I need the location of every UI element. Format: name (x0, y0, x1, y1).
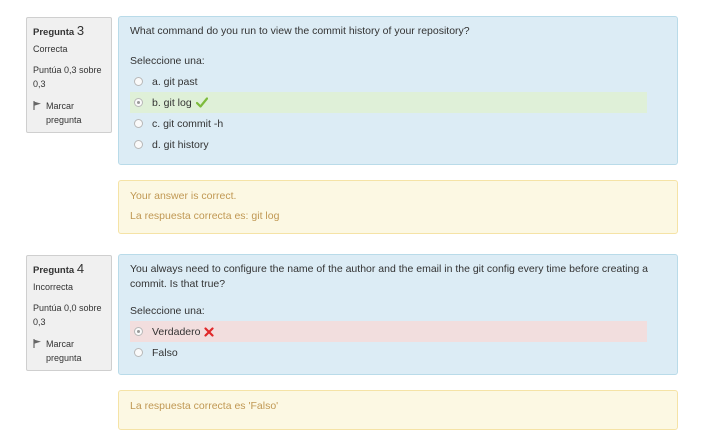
option-label: c. git commit -h (152, 117, 224, 130)
right-answer: La respuesta correcta es: git log (130, 210, 280, 222)
flag-question-label: Marcar pregunta (46, 101, 82, 125)
option-label: Verdadero (152, 325, 201, 338)
flag-question-link[interactable]: Marcar pregunta (33, 99, 111, 127)
question-feedback-3: Your answer is correct. La respuesta cor… (118, 180, 678, 234)
question-grade: Puntúa 0,3 sobre 0,3 (33, 65, 102, 89)
question-info-3: Pregunta 3 Correcta Puntúa 0,3 sobre 0,3… (26, 17, 112, 133)
flag-question-link[interactable]: Marcar pregunta (33, 337, 111, 365)
flag-icon (33, 339, 41, 348)
answer-option-falso[interactable]: Falso (130, 342, 647, 363)
answer-option-a[interactable]: a. git past (130, 71, 647, 92)
question-state: Correcta (33, 44, 68, 54)
question-grade: Puntúa 0,0 sobre 0,3 (33, 303, 102, 327)
question-info-4: Pregunta 4 Incorrecta Puntúa 0,0 sobre 0… (26, 255, 112, 371)
right-answer: La respuesta correcta es 'Falso' (130, 400, 279, 412)
radio-button-selected[interactable] (134, 327, 143, 336)
answer-option-d[interactable]: d. git history (130, 134, 647, 155)
question-number-value: 3 (76, 23, 85, 38)
option-label: d. git history (152, 138, 209, 151)
radio-button[interactable] (134, 119, 143, 128)
flag-icon (33, 101, 41, 110)
flag-question-label: Marcar pregunta (46, 339, 82, 363)
answer-option-verdadero[interactable]: Verdadero (130, 321, 647, 342)
option-label: a. git past (152, 75, 198, 88)
question-label: Pregunta (33, 27, 75, 38)
radio-button[interactable] (134, 348, 143, 357)
specific-feedback: Your answer is correct. (130, 190, 237, 202)
answer-prompt: Seleccione una: (130, 305, 205, 317)
question-formulation-4: You always need to configure the name of… (118, 254, 678, 375)
question-formulation-3: What command do you run to view the comm… (118, 16, 678, 165)
cross-icon (204, 326, 215, 337)
question-number: Pregunta 3 (33, 23, 111, 38)
question-text: What command do you run to view the comm… (130, 25, 470, 37)
question-text: You always need to configure the name of… (130, 263, 648, 290)
answer-option-c[interactable]: c. git commit -h (130, 113, 647, 134)
answer-option-b[interactable]: b. git log (130, 92, 647, 113)
check-icon (195, 97, 208, 108)
radio-button-selected[interactable] (134, 98, 143, 107)
option-label: Falso (152, 346, 178, 359)
question-number: Pregunta 4 (33, 261, 111, 276)
option-label: b. git log (152, 96, 192, 109)
question-label: Pregunta (33, 265, 75, 276)
answer-prompt: Seleccione una: (130, 55, 205, 67)
radio-button[interactable] (134, 140, 143, 149)
question-number-value: 4 (76, 261, 85, 276)
question-feedback-4: La respuesta correcta es 'Falso' (118, 390, 678, 430)
radio-button[interactable] (134, 77, 143, 86)
question-state: Incorrecta (33, 282, 74, 292)
